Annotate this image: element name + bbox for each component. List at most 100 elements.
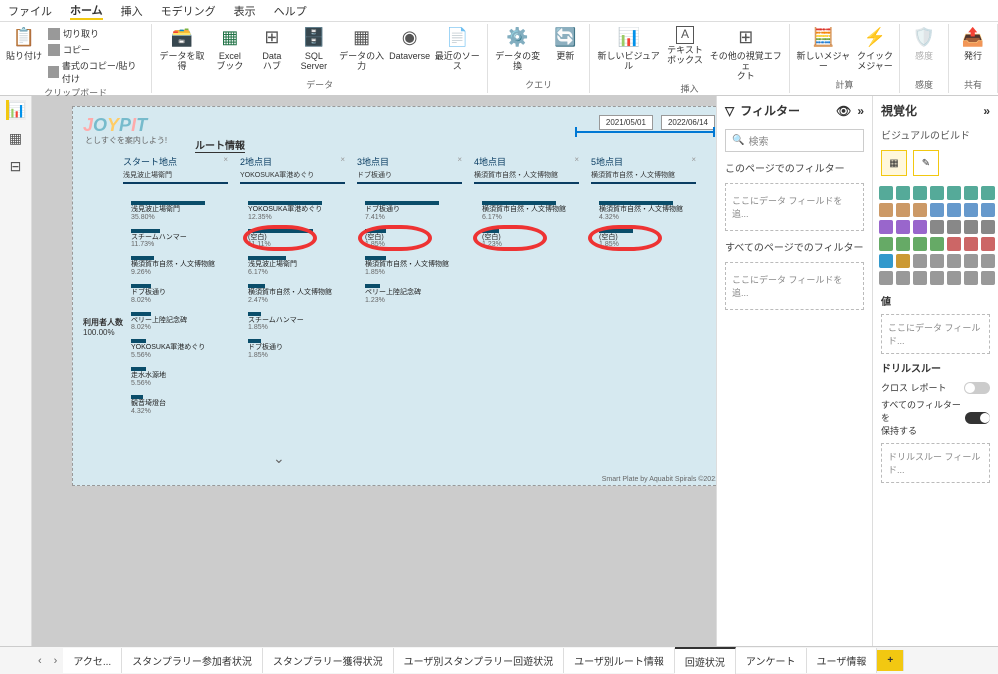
datainput-button[interactable]: ▦データの入力	[338, 26, 386, 72]
tree-node[interactable]: ドブ板通り1.85%	[248, 339, 353, 359]
sensitivity-button[interactable]: 🛡️感度	[906, 26, 942, 62]
visual-type-icon[interactable]	[981, 271, 995, 285]
expand-icon[interactable]: »	[983, 104, 990, 118]
data-view-icon[interactable]: ▦	[6, 128, 26, 148]
cross-report-toggle[interactable]	[964, 382, 990, 394]
sqlserver-button[interactable]: 🗄️SQL Server	[296, 26, 332, 72]
report-canvas[interactable]: JOYPIT としすぐを案内しよう! ルート情報 2021/05/01 2022…	[32, 96, 716, 646]
datahub-button[interactable]: ⊞Data ハブ	[254, 26, 290, 72]
cut-button[interactable]: 切り取り	[48, 27, 145, 40]
tree-node[interactable]: 観音埼燈台4.32%	[131, 395, 236, 415]
visual-type-icon[interactable]	[930, 237, 944, 251]
date-to[interactable]: 2022/06/14	[661, 115, 715, 130]
tree-node[interactable]: (空白)11.11%	[248, 229, 353, 249]
drillthrough-well[interactable]: ドリルスルー フィールド...	[881, 443, 990, 483]
publish-button[interactable]: 📤発行	[955, 26, 991, 62]
visual-type-icon[interactable]	[913, 220, 927, 234]
close-icon[interactable]: ×	[457, 155, 462, 164]
visual-type-icon[interactable]	[981, 237, 995, 251]
menu-insert[interactable]: 挿入	[121, 3, 143, 19]
visual-type-icon[interactable]	[947, 271, 961, 285]
visual-type-icon[interactable]	[879, 254, 893, 268]
column-header[interactable]: 2地点目×YOKOSUKA軍港めぐり	[240, 155, 345, 184]
tree-node[interactable]: YOKOSUKA軍港めぐり12.35%	[248, 201, 353, 221]
visual-type-icon[interactable]	[896, 220, 910, 234]
visual-type-icon[interactable]	[947, 254, 961, 268]
page-tab[interactable]: 回遊状況	[675, 647, 736, 674]
visual-type-icon[interactable]	[879, 186, 893, 200]
menu-home[interactable]: ホーム	[70, 2, 103, 20]
tree-node[interactable]: (空白)1.85%	[599, 229, 704, 249]
visual-type-icon[interactable]	[913, 254, 927, 268]
new-visual-button[interactable]: 📊新しいビジュアル	[596, 26, 661, 72]
menu-file[interactable]: ファイル	[8, 3, 52, 19]
visual-type-icon[interactable]	[896, 237, 910, 251]
expand-chevron-icon[interactable]: ⌄	[273, 450, 285, 467]
page-tab[interactable]: スタンプラリー参加者状況	[122, 648, 263, 673]
visual-type-icon[interactable]	[930, 271, 944, 285]
visual-type-icon[interactable]	[879, 220, 893, 234]
column-header[interactable]: スタート地点×浅見波止場衛門	[123, 155, 228, 184]
tree-node[interactable]: YOKOSUKA軍港めぐり5.56%	[131, 339, 236, 359]
copy-button[interactable]: コピー	[48, 43, 145, 56]
column-header[interactable]: 5地点目×横須賀市自然・人文博物館	[591, 155, 696, 184]
page-tab[interactable]: ユーザ別スタンプラリー回遊状況	[394, 648, 565, 673]
menu-view[interactable]: 表示	[234, 3, 256, 19]
tree-node[interactable]: (空白)1.85%	[365, 229, 470, 249]
close-icon[interactable]: ×	[223, 155, 228, 164]
visual-type-icon[interactable]	[964, 237, 978, 251]
visual-type-icon[interactable]	[947, 237, 961, 251]
tree-node[interactable]: ペリー上陸記念碑8.02%	[131, 312, 236, 332]
visual-type-icon[interactable]	[981, 203, 995, 217]
visual-type-icon[interactable]	[913, 271, 927, 285]
tree-node[interactable]: スチームハンマー1.85%	[248, 312, 353, 332]
page-tab[interactable]: アクセ...	[63, 648, 122, 673]
visual-type-icon[interactable]	[879, 271, 893, 285]
format-painter-button[interactable]: 書式のコピー/貼り付け	[48, 59, 145, 85]
visual-type-icon[interactable]	[964, 203, 978, 217]
tree-node[interactable]: 横須賀市自然・人文博物館6.17%	[482, 201, 587, 221]
visual-type-icon[interactable]	[930, 254, 944, 268]
visual-type-icon[interactable]	[879, 237, 893, 251]
page-tab[interactable]: スタンプラリー獲得状況	[263, 648, 394, 673]
tree-node[interactable]: 横須賀市自然・人文博物館9.26%	[131, 256, 236, 276]
eye-icon[interactable]: 👁	[836, 104, 851, 118]
paste-button[interactable]: 📋 貼り付け	[6, 26, 42, 62]
menu-help[interactable]: ヘルプ	[274, 3, 307, 19]
tree-node[interactable]: ドブ板通り7.41%	[365, 201, 470, 221]
refresh-button[interactable]: 🔄更新	[547, 26, 583, 62]
column-header[interactable]: 3地点目×ドブ板通り	[357, 155, 462, 184]
visual-type-icon[interactable]	[879, 203, 893, 217]
model-view-icon[interactable]: ⊟	[6, 156, 26, 176]
visual-type-icon[interactable]	[964, 220, 978, 234]
visual-type-icon[interactable]	[930, 186, 944, 200]
visual-type-icon[interactable]	[896, 186, 910, 200]
close-icon[interactable]: ×	[691, 155, 696, 164]
tree-node[interactable]: 横須賀市自然・人文博物館2.47%	[248, 284, 353, 304]
visual-type-icon[interactable]	[896, 271, 910, 285]
expand-icon[interactable]: »	[857, 104, 864, 118]
tree-node[interactable]: 浅見波止場衛門35.80%	[131, 201, 236, 221]
recent-sources-button[interactable]: 📄最近のソース	[434, 26, 481, 72]
visual-type-icon[interactable]	[964, 254, 978, 268]
visual-type-icon[interactable]	[947, 186, 961, 200]
tree-node[interactable]: スチームハンマー11.73%	[131, 229, 236, 249]
format-mode-icon[interactable]: ✎	[913, 150, 939, 176]
report-view-icon[interactable]: 📊	[6, 100, 26, 120]
tab-prev-icon[interactable]: ‹	[32, 655, 48, 667]
visual-type-icon[interactable]	[913, 237, 927, 251]
transform-button[interactable]: ⚙️データの変換	[494, 26, 541, 72]
page-tab[interactable]: アンケート	[736, 648, 807, 673]
visual-type-icon[interactable]	[930, 220, 944, 234]
close-icon[interactable]: ×	[574, 155, 579, 164]
visual-type-icon[interactable]	[981, 186, 995, 200]
page-tab[interactable]: ユーザ別ルート情報	[564, 648, 675, 673]
get-data-button[interactable]: 🗃️データを取得	[158, 26, 206, 72]
build-mode-icon[interactable]: ▦	[881, 150, 907, 176]
page-tab[interactable]: ユーザ情報	[807, 648, 878, 673]
values-well[interactable]: ここにデータ フィールド...	[881, 314, 990, 354]
tree-node[interactable]: 横須賀市自然・人文博物館1.85%	[365, 256, 470, 276]
add-page-button[interactable]: +	[877, 650, 904, 671]
page-filters-well[interactable]: ここにデータ フィールドを追...	[725, 183, 864, 231]
visual-type-icon[interactable]	[913, 186, 927, 200]
